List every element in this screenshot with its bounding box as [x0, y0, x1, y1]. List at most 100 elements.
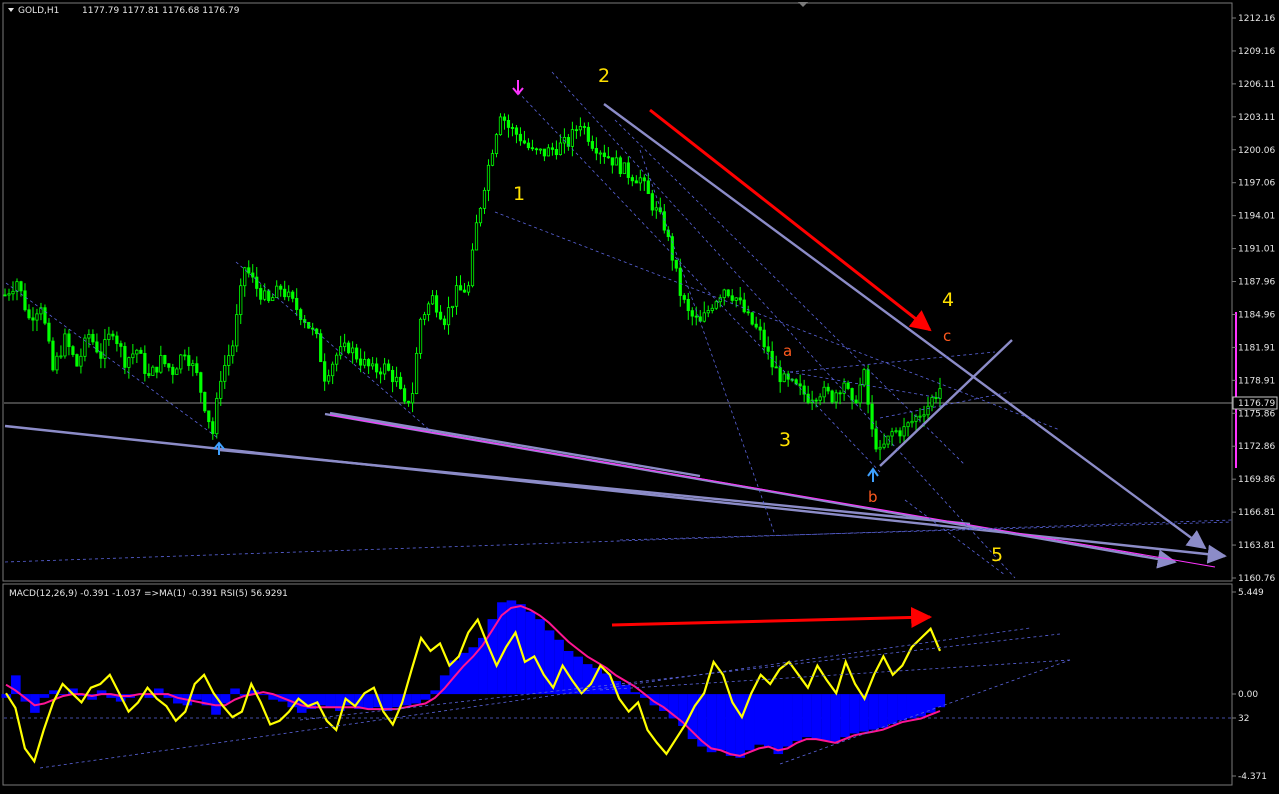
candle-body [638, 177, 642, 184]
candle-body [155, 366, 159, 373]
candle-body [486, 164, 491, 191]
candle-body [650, 193, 654, 211]
candle-body [115, 335, 119, 345]
candle-body [63, 333, 67, 357]
macd-histogram-bar [468, 647, 479, 695]
candle-body [462, 289, 467, 293]
candle-body [538, 148, 543, 151]
candle-layer [3, 113, 942, 461]
candle-body [123, 346, 127, 368]
candle-body [662, 211, 666, 231]
candle-body [542, 148, 547, 157]
candle-body [642, 177, 646, 182]
price-tick-label: 1160.76 [1238, 574, 1275, 584]
candle-body [51, 340, 55, 371]
candle-body [466, 285, 471, 293]
candle-body [426, 303, 431, 316]
candle-body [394, 376, 399, 383]
candle-body [594, 147, 598, 154]
candle-body [754, 323, 758, 328]
candle-body [694, 315, 698, 318]
candle-body [79, 355, 83, 367]
candle-body [143, 353, 147, 374]
candle-body [938, 388, 942, 399]
indicator-tick-label: 5.449 [1238, 588, 1264, 598]
candle-body [371, 363, 375, 367]
candle-body [163, 355, 167, 365]
candle-body [866, 369, 870, 405]
candle-body [490, 153, 495, 166]
candle-body [674, 259, 678, 269]
grid-layer [4, 312, 1237, 719]
candle-body [878, 446, 882, 450]
price-tick-label: 1206.11 [1238, 80, 1275, 90]
dashed-channel-line [879, 391, 1011, 419]
candle-body [766, 346, 770, 352]
candle-body [458, 285, 463, 291]
candle-body [554, 149, 559, 156]
chart-header-values: 1177.79 1177.81 1176.68 1176.79 [82, 6, 240, 16]
candle-body [175, 368, 179, 375]
candle-body [898, 430, 902, 437]
candle-body [27, 309, 31, 319]
subwave-label-b: b [868, 488, 878, 506]
candle-body [171, 366, 175, 375]
candle-body [75, 354, 79, 367]
macd-histogram-bar [830, 694, 841, 743]
candle-body [359, 358, 363, 366]
candle-body [498, 116, 503, 136]
candle-body [67, 333, 71, 348]
macd-histogram-bar [458, 652, 469, 695]
candle-body [131, 353, 135, 359]
wave-label-1: 1 [513, 183, 525, 205]
candle-body [15, 281, 19, 292]
trend-line [4, 424, 1227, 564]
candle-body [382, 363, 387, 375]
candle-body [406, 400, 411, 404]
candle-body [702, 312, 706, 322]
dashed-channel-line [235, 261, 433, 433]
candle-body [502, 116, 507, 121]
candle-body [430, 295, 435, 305]
current-price-label: 1176.79 [1238, 399, 1275, 409]
candle-body [806, 393, 810, 403]
candle-body [239, 285, 243, 315]
candle-body [367, 359, 371, 367]
macd-histogram-bar [811, 694, 822, 740]
candle-body [690, 310, 694, 317]
candle-body [450, 305, 455, 309]
scroll-indicator[interactable] [798, 2, 808, 7]
candle-body [159, 355, 163, 373]
chart-title: GOLD,H1 [18, 6, 59, 16]
dashed-channel-line [551, 71, 1016, 579]
candle-body [778, 367, 782, 383]
macd-histogram-bar [821, 694, 831, 741]
price-tick-label: 1172.86 [1238, 442, 1275, 452]
candle-body [259, 288, 263, 300]
candle-body [734, 297, 738, 301]
candle-body [327, 375, 331, 382]
macd-histogram-bar [506, 600, 517, 695]
candle-body [47, 322, 51, 342]
symbol-menu-icon[interactable] [8, 8, 14, 12]
candle-body [590, 141, 594, 149]
price-tick-label: 1203.11 [1238, 113, 1275, 123]
macd-histogram-bar [792, 694, 803, 741]
macd-histogram-bar [535, 619, 545, 695]
pink-trend-line [329, 414, 1216, 568]
main-pane-border [2, 2, 1233, 582]
candle-body [818, 396, 822, 401]
candle-body [586, 126, 590, 142]
macd-histogram-bar [783, 694, 793, 747]
candle-body [578, 126, 582, 131]
candle-body [211, 421, 215, 435]
candle-body [251, 272, 255, 278]
price-tick-label: 1163.81 [1238, 541, 1275, 551]
candle-body [183, 354, 187, 357]
macd-histogram-bar [887, 694, 898, 725]
candle-body [834, 392, 838, 403]
indicator-layer [1, 600, 1071, 769]
candle-body [686, 299, 690, 311]
candle-body [926, 405, 930, 416]
macd-histogram-bar [525, 611, 536, 695]
